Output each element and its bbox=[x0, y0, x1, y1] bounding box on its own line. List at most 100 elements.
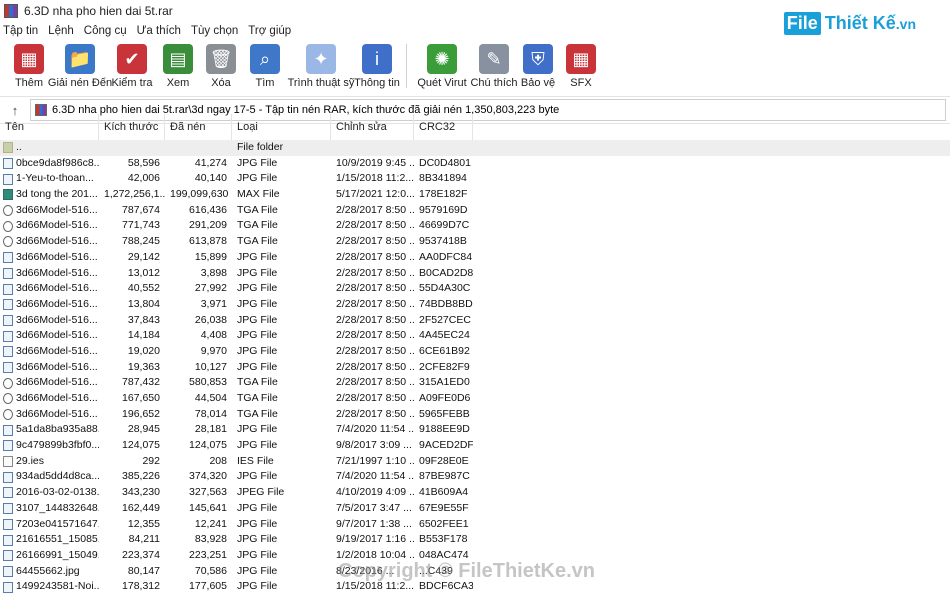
table-row[interactable]: 7203e041571647... 12,355 12,241 JPG File 9/7… bbox=[0, 517, 950, 533]
menu-item[interactable]: Tùy chọn bbox=[191, 25, 238, 37]
file-packed-cell: 28,181 bbox=[194, 423, 227, 436]
file-modified-cell: 2/28/2017 8:50 ... bbox=[336, 376, 414, 389]
file-size-cell: 19,363 bbox=[127, 360, 160, 373]
toolbar-button[interactable]: ▤ Xem bbox=[156, 40, 200, 92]
file-type-cell: JPG File bbox=[237, 564, 278, 577]
toolbar-button[interactable]: ✦ Trình thuật sỹ bbox=[288, 40, 354, 92]
file-type-cell: JPEG File bbox=[237, 486, 285, 499]
table-row[interactable]: 3d66Model-516... 787,674 616,436 TGA File 2/… bbox=[0, 203, 950, 219]
col-size[interactable]: Kích thước bbox=[99, 114, 165, 140]
jpg-file-icon bbox=[3, 267, 13, 279]
col-crc[interactable]: CRC32 bbox=[414, 114, 473, 140]
table-row[interactable]: 3d66Model-516... 29,142 15,899 JPG File 2/28… bbox=[0, 250, 950, 266]
table-row[interactable]: 5a1da8ba935a88... 28,945 28,181 JPG File 7/4… bbox=[0, 422, 950, 438]
file-name: 3d tong the 201... bbox=[16, 188, 98, 201]
file-packed-cell: 145,641 bbox=[189, 501, 227, 514]
file-crc-cell: DC0D4801 bbox=[419, 156, 471, 169]
file-packed-cell: 374,320 bbox=[189, 470, 227, 483]
jpg-file-icon bbox=[3, 424, 13, 436]
toolbar-button[interactable]: 🗑 Xóa bbox=[200, 40, 242, 92]
toolbar-button[interactable]: i Thông tin bbox=[354, 40, 400, 92]
file-crc-cell: 74BDB8BD bbox=[419, 297, 473, 310]
menu-item[interactable]: Ưa thích bbox=[137, 25, 181, 37]
file-name-cell: 3d66Model-516... bbox=[0, 297, 99, 313]
file-name: 3d66Model-516... bbox=[16, 344, 98, 357]
toolbar-button[interactable]: ✎ Chú thích bbox=[470, 40, 518, 92]
file-name-cell: 26166991_15049... bbox=[0, 548, 99, 564]
file-name: 3d66Model-516... bbox=[16, 250, 98, 263]
file-crc-cell: A09FE0D6 bbox=[419, 392, 471, 404]
table-row[interactable]: 934ad5dd4d8ca... 385,226 374,320 JPG File 7/… bbox=[0, 469, 950, 485]
file-name-cell: 934ad5dd4d8ca... bbox=[0, 469, 99, 485]
col-type[interactable]: Loại bbox=[232, 114, 331, 140]
file-name: 3d66Model-516... bbox=[16, 219, 98, 232]
table-row[interactable]: .. File folder bbox=[0, 140, 950, 156]
table-row[interactable]: 3d66Model-516... 787,432 580,853 TGA File 2/… bbox=[0, 375, 950, 391]
table-row[interactable]: 2016-03-02-0138... 343,230 327,563 JPEG Fil… bbox=[0, 485, 950, 501]
toolbar-button[interactable]: ▦ Thêm bbox=[6, 40, 52, 92]
brand-domain: .vn bbox=[895, 15, 916, 32]
file-name-cell: 3d66Model-516... bbox=[0, 328, 99, 344]
menu-item[interactable]: Tập tin bbox=[3, 25, 38, 37]
file-packed-cell: 41,274 bbox=[194, 156, 227, 169]
table-row[interactable]: 3d66Model-516... 13,012 3,898 JPG File 2/28/… bbox=[0, 266, 950, 282]
file-modified-cell: 2/28/2017 8:50 ... bbox=[336, 360, 414, 373]
table-row[interactable]: 3d66Model-516... 19,020 9,970 JPG File 2/28/… bbox=[0, 344, 950, 360]
menu-item[interactable]: Trợ giúp bbox=[248, 25, 291, 37]
toolbar-button[interactable]: 📁 Giải nén Đến bbox=[48, 40, 112, 92]
table-row[interactable]: 3107_144832648... 162,449 145,641 JPG File 7… bbox=[0, 501, 950, 517]
file-size-cell: 84,211 bbox=[128, 533, 160, 546]
table-row[interactable]: 3d66Model-516... 14,184 4,408 JPG File 2/28/… bbox=[0, 328, 950, 344]
file-size-cell: 13,012 bbox=[127, 266, 160, 279]
table-row[interactable]: 3d66Model-516... 19,363 10,127 JPG File 2/28… bbox=[0, 360, 950, 376]
table-row[interactable]: 1-Yeu-to-thoan... 42,006 40,140 JPG File 1/1… bbox=[0, 171, 950, 187]
toolbar-button[interactable]: ⛨ Bảo vệ bbox=[517, 40, 559, 92]
toolbar-button[interactable]: ▦ SFX bbox=[559, 40, 603, 92]
toolbar-label: Kiểm tra bbox=[111, 77, 153, 89]
col-modified[interactable]: Chỉnh sửa bbox=[331, 114, 414, 140]
menu-item[interactable]: Công cụ bbox=[84, 25, 127, 37]
jpg-file-icon bbox=[3, 471, 13, 483]
table-row[interactable]: 3d66Model-516... 13,804 3,971 JPG File 2/28/… bbox=[0, 297, 950, 313]
file-crc-cell: 2CFE82F9 bbox=[419, 360, 470, 373]
file-packed-cell: 78,014 bbox=[194, 407, 227, 420]
col-packed[interactable]: Đã nén bbox=[165, 114, 232, 140]
trash-icon: 🗑 bbox=[206, 44, 236, 74]
table-row[interactable]: 21616551_15085... 84,211 83,928 JPG File 9/1… bbox=[0, 532, 950, 548]
table-row[interactable]: 3d66Model-516... 196,652 78,014 TGA File 2/2… bbox=[0, 407, 950, 423]
toolbar-button[interactable]: ✺ Quét Virut bbox=[413, 40, 471, 92]
table-row[interactable]: 3d66Model-516... 788,245 613,878 TGA File 2/… bbox=[0, 234, 950, 250]
file-type-cell: JPG File bbox=[237, 266, 278, 279]
toolbar-label: Thông tin bbox=[354, 77, 400, 89]
table-row[interactable]: 0bce9da8f986c8... 58,596 41,274 JPG File 10/… bbox=[0, 156, 950, 172]
file-packed-cell: 223,251 bbox=[189, 548, 227, 561]
file-packed-cell: 27,992 bbox=[194, 282, 227, 295]
file-crc-cell: 9579169D bbox=[419, 203, 468, 216]
file-name-cell: 3107_144832648... bbox=[0, 501, 99, 517]
table-row[interactable]: 9c479899b3fbf0... 124,075 124,075 JPG File 9… bbox=[0, 438, 950, 454]
menu-item[interactable]: Lệnh bbox=[48, 25, 74, 37]
jpg-file-icon bbox=[3, 299, 13, 311]
brand-file: File bbox=[783, 12, 821, 35]
brand-name: Thiết Kế bbox=[824, 13, 896, 33]
file-type-cell: MAX File bbox=[237, 188, 280, 201]
file-name-cell: 3d66Model-516... bbox=[0, 203, 99, 219]
table-row[interactable]: 3d66Model-516... 37,843 26,038 JPG File 2/28… bbox=[0, 313, 950, 329]
file-name: 3d66Model-516... bbox=[16, 313, 98, 326]
table-row[interactable]: 3d tong the 201... 1,272,256,1... 199,099,… bbox=[0, 187, 950, 203]
file-name: 0bce9da8f986c8... bbox=[16, 156, 99, 169]
file-type-cell: TGA File bbox=[237, 392, 278, 404]
jpg-file-icon bbox=[3, 503, 13, 515]
col-name[interactable]: Tên bbox=[0, 114, 99, 140]
toolbar-button[interactable]: ⌕ Tìm bbox=[242, 40, 288, 92]
table-row[interactable]: 29.ies 292 208 IES File 7/21/1997 1:10 ... 09… bbox=[0, 454, 950, 470]
jpg-file-icon bbox=[3, 158, 13, 170]
table-row[interactable]: 3d66Model-516... 40,552 27,992 JPG File 2/28… bbox=[0, 281, 950, 297]
copyright-watermark: Copyright © FileThietKe.vn bbox=[338, 560, 595, 582]
table-row[interactable]: 3d66Model-516... 167,650 44,504 TGA File 2/2… bbox=[0, 391, 950, 407]
toolbar-button[interactable]: ✔ Kiểm tra bbox=[108, 40, 156, 92]
table-row[interactable]: 3d66Model-516... 771,743 291,209 TGA File 2/… bbox=[0, 218, 950, 234]
view-book-icon: ▤ bbox=[163, 44, 193, 74]
file-type-cell: TGA File bbox=[237, 235, 278, 248]
file-type-cell: IES File bbox=[237, 454, 274, 467]
